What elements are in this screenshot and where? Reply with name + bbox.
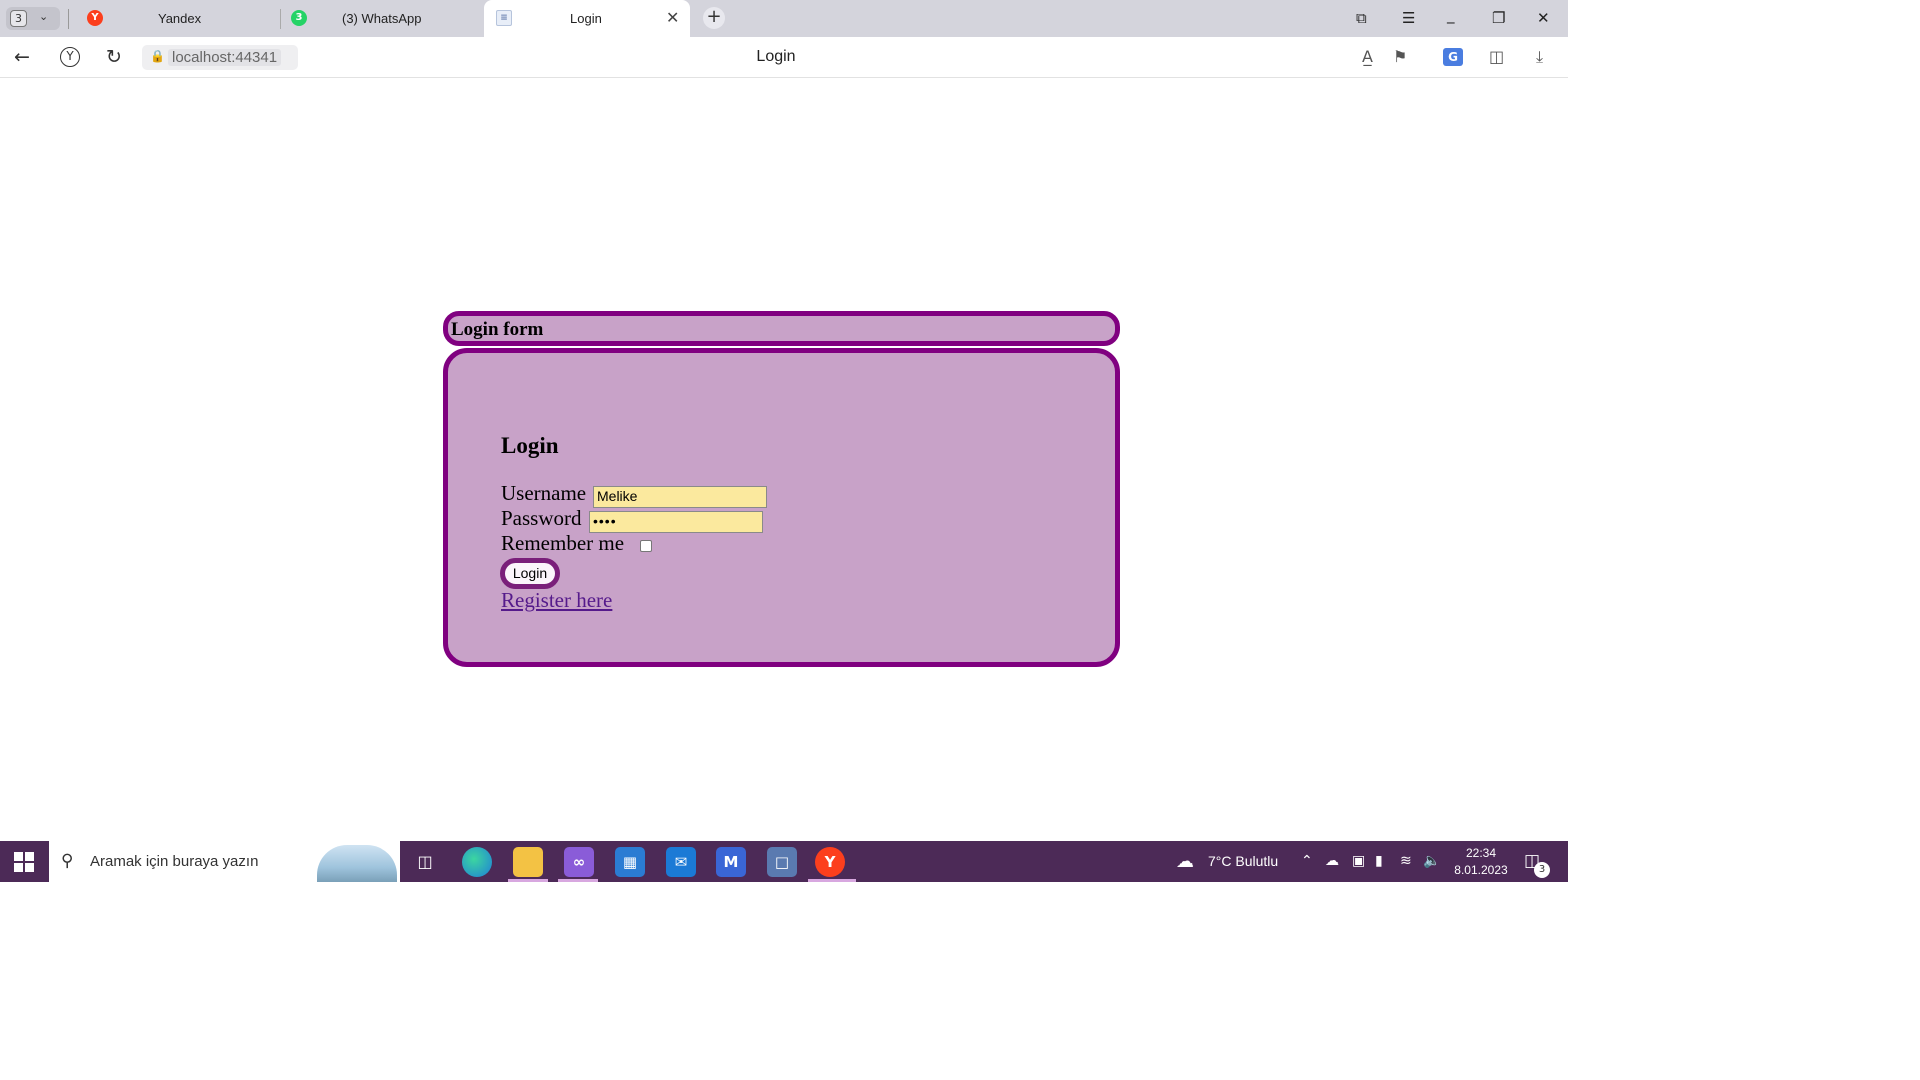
tab-login[interactable]: ≡ Login ✕ [484,0,690,37]
taskbar-search-box[interactable]: ⚲ Aramak için buraya yazın [49,841,400,882]
tab-label: (3) WhatsApp [342,11,422,26]
extensions-icon[interactable]: ◫ [1489,47,1504,66]
windows-taskbar: ⚲ Aramak için buraya yazın ◫ ∞ ▦ ✉ M □ Y… [0,841,1568,882]
url-text: localhost:44341 [168,49,282,66]
weather-text[interactable]: 7°C Bulutlu [1208,853,1278,869]
file-explorer-icon[interactable] [513,847,543,877]
chevron-up-icon[interactable]: ⌃ [1301,853,1313,869]
whatsapp-favicon-icon: 3 [291,10,307,26]
register-link[interactable]: Register here [501,588,612,613]
battery-icon[interactable]: ▮ [1375,853,1383,869]
username-input[interactable]: Melike [593,486,767,508]
clock-time: 22:34 [1465,846,1497,860]
yandex-browser-icon[interactable]: Y [815,847,845,877]
bookmark-icon[interactable]: ⚑ [1393,47,1407,66]
tab-yandex[interactable]: Y Yandex [78,0,278,37]
active-app-indicator [508,879,548,882]
page-title: Login [756,48,796,65]
remember-me-label: Remember me [501,531,625,555]
collections-icon[interactable]: ⧉ [1356,9,1367,27]
password-label: Password [501,506,582,530]
login-form-panel: Login Username Melike Password •••• Reme… [443,348,1120,667]
tab-label: Login [570,11,602,26]
reader-translate-icon[interactable]: A̲ [1362,47,1373,66]
tab-count: 3 [10,10,27,27]
visual-studio-icon[interactable]: ∞ [564,847,594,877]
wifi-icon[interactable]: ≋ [1400,853,1412,869]
volume-icon[interactable]: 🔈 [1423,853,1440,869]
notification-badge: 3 [1534,862,1550,878]
tab-label: Yandex [158,11,202,26]
lock-icon: 🔒 [150,49,165,63]
edge-icon[interactable] [462,847,492,877]
yandex-favicon-icon: Y [87,10,103,26]
close-tab-icon[interactable]: ✕ [666,8,679,28]
url-field[interactable]: 🔒 localhost:44341 [142,45,298,70]
page-favicon-icon: ≡ [496,10,512,26]
reload-icon[interactable]: ↻ [106,46,122,68]
search-placeholder: Aramak için buraya yazın [90,853,259,870]
divider [68,9,69,29]
translate-extension-icon[interactable]: G [1443,48,1463,66]
download-icon[interactable]: ⤓ [1536,47,1543,67]
header-title: Login form [451,319,544,340]
new-tab-button[interactable]: + [703,7,725,29]
login-form-header: Login form [443,311,1120,346]
search-highlight-image [317,845,397,882]
chevron-down-icon: ⌄ [39,10,49,23]
menu-icon[interactable]: ☰ [1402,9,1415,27]
login-button[interactable]: Login [500,558,560,589]
browser-tab-strip: 3 ⌄ Y Yandex 3 (3) WhatsApp ≡ Login ✕ + … [0,0,1568,37]
task-view-icon[interactable]: ◫ [410,847,440,877]
active-app-indicator [558,879,598,882]
windows-start-icon[interactable] [14,852,34,872]
address-bar: ← Y ↻ 🔒 localhost:44341 Login A̲ ⚑ G ◫ ⤓ [0,37,1568,78]
active-app-indicator [808,879,856,882]
weather-cloud-icon[interactable]: ☁ [1176,851,1194,872]
meet-icon[interactable]: ▣ [1352,853,1365,869]
back-arrow-icon[interactable]: ← [14,46,30,68]
tab-whatsapp[interactable]: 3 (3) WhatsApp [282,0,482,37]
onedrive-icon[interactable]: ☁ [1325,853,1339,869]
password-input[interactable]: •••• [589,511,763,533]
username-label: Username [501,481,587,505]
remember-me-checkbox[interactable] [640,540,652,552]
remote-desktop-icon[interactable]: □ [767,847,797,877]
clock-date: 8.01.2023 [1454,863,1508,877]
minimize-button[interactable]: _ [1447,6,1455,24]
mail-icon[interactable]: ✉ [666,847,696,877]
microsoft-store-icon[interactable]: ▦ [615,847,645,877]
close-window-button[interactable]: ✕ [1537,9,1550,27]
tab-counter-button[interactable]: 3 ⌄ [6,7,60,30]
yandex-home-icon[interactable]: Y [60,47,80,67]
system-clock[interactable]: 22:34 8.01.2023 [1452,845,1510,879]
login-heading: Login [501,433,559,458]
divider [280,9,281,29]
search-icon: ⚲ [61,851,74,871]
restore-button[interactable]: ❐ [1492,9,1505,27]
app-icon[interactable]: M [716,847,746,877]
